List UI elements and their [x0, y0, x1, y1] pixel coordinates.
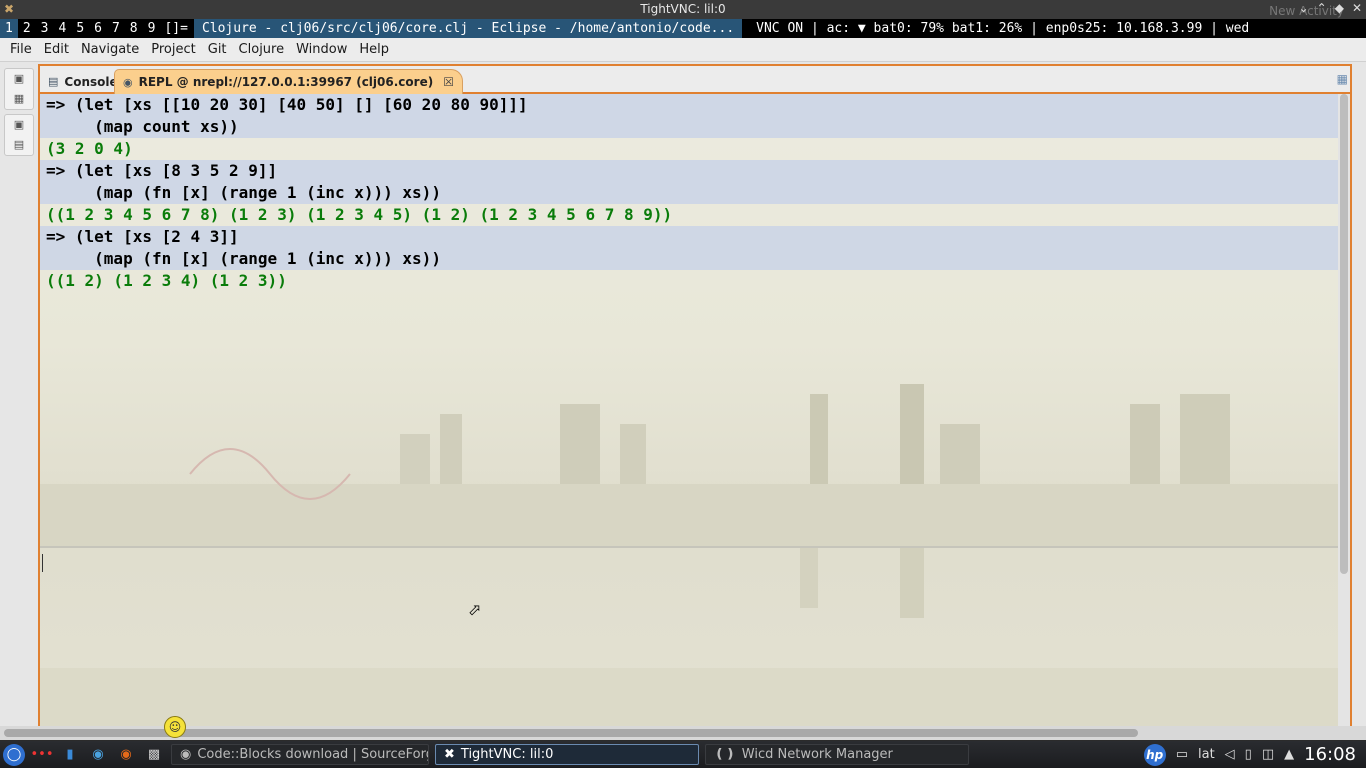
- mouse-pointer-icon: ⬀: [468, 600, 482, 619]
- keep-above-icon[interactable]: ◆: [1335, 1, 1344, 15]
- keyboard-layout[interactable]: lat: [1198, 747, 1215, 762]
- repl-input-line: (map (fn [x] (range 1 (inc x))) xs)): [40, 248, 1350, 270]
- package-explorer-icon[interactable]: ▦: [12, 92, 26, 106]
- network-disconnected-icon[interactable]: ◫: [1262, 747, 1274, 762]
- menu-edit[interactable]: Edit: [38, 42, 75, 57]
- menu-navigate[interactable]: Navigate: [75, 42, 145, 57]
- console-icon: ▤: [48, 75, 59, 88]
- battery-icon[interactable]: ▯: [1245, 747, 1252, 762]
- repl-input-line: => (let [xs [2 4 3]]: [40, 226, 1350, 248]
- browser-icon: ◉: [180, 747, 192, 762]
- horizontal-scrollbar[interactable]: [0, 726, 1366, 740]
- trim-stack-top: ▣ ▦: [4, 68, 34, 110]
- menu-file[interactable]: File: [4, 42, 38, 57]
- scroll-thumb[interactable]: [1340, 94, 1348, 574]
- workspace-7[interactable]: 7: [107, 19, 125, 38]
- taskbar: ◯ ••• ▮ ◉ ◉ ▩ ◉ Code::Blocks download | …: [0, 741, 1366, 768]
- repl-output-line: (3 2 0 4): [46, 139, 133, 158]
- repl-icon: ◉: [123, 75, 133, 89]
- workspace-5[interactable]: 5: [71, 19, 89, 38]
- vertical-scrollbar[interactable]: [1338, 94, 1350, 726]
- task-label: Code::Blocks download | SourceForge: [197, 747, 429, 762]
- workspace-8[interactable]: 8: [125, 19, 143, 38]
- reflection-background-image: [40, 548, 1350, 726]
- task-codeblocks[interactable]: ◉ Code::Blocks download | SourceForge: [171, 744, 429, 765]
- tab-repl[interactable]: ◉ REPL @ nrepl://127.0.0.1:39967 (clj06.…: [114, 69, 463, 94]
- repl-input-line: => (let [xs [[10 20 30] [40 50] [] [60 2…: [40, 94, 1350, 116]
- menu-git[interactable]: Git: [202, 42, 233, 57]
- globe-icon[interactable]: ◉: [87, 744, 109, 766]
- minimize-icon[interactable]: ⌄: [1299, 1, 1309, 15]
- minimized-views-trim: ▣ ▦ ▣ ▤: [2, 64, 36, 724]
- terminal-icon[interactable]: ▩: [143, 744, 165, 766]
- window-controls: ⌄ ⌃ ◆ ✕: [1299, 1, 1362, 15]
- status-line: VNC ON | ac: ▼ bat0: 79% bat1: 26% | enp…: [756, 21, 1250, 36]
- workspace-9[interactable]: 9: [143, 19, 161, 38]
- vnc-window-title: TightVNC: lil:0: [640, 2, 726, 16]
- vnc-icon: ✖: [444, 747, 455, 762]
- task-label: TightVNC: lil:0: [460, 747, 554, 762]
- focused-window-title: Clojure - clj06/src/clj06/core.clj - Ecl…: [193, 19, 743, 38]
- volume-icon[interactable]: ◁: [1225, 747, 1235, 762]
- tab-repl-label: REPL @ nrepl://127.0.0.1:39967 (clj06.co…: [138, 75, 434, 89]
- apps-dots-icon[interactable]: •••: [31, 744, 54, 766]
- hp-logo-icon[interactable]: hp: [1143, 743, 1166, 766]
- menu-window[interactable]: Window: [290, 42, 353, 57]
- close-tab-icon[interactable]: ☒: [443, 75, 454, 89]
- layout-indicator[interactable]: []=: [160, 21, 191, 36]
- start-menu-icon[interactable]: ◯: [3, 743, 25, 766]
- vnc-window-titlebar: ✖ TightVNC: lil:0 New Activity ⌄ ⌃ ◆ ✕: [0, 0, 1366, 19]
- tab-console[interactable]: ▤ Console: [40, 69, 126, 94]
- restore-icon[interactable]: ▣: [12, 118, 26, 132]
- repl-input-area[interactable]: ⬀: [40, 546, 1350, 726]
- menu-bar: File Edit Navigate Project Git Clojure W…: [0, 38, 1366, 62]
- folder-icon[interactable]: ▮: [59, 744, 81, 766]
- workspace-6[interactable]: 6: [89, 19, 107, 38]
- view-tabs: ▤ Console ◉ REPL @ nrepl://127.0.0.1:399…: [40, 66, 1350, 94]
- trim-stack-bottom: ▣ ▤: [4, 114, 34, 156]
- eclipse-workbench: ▣ ▦ ▣ ▤ ▤ Console ◉ REPL @ nrepl://127.0…: [0, 62, 1366, 726]
- menu-clojure[interactable]: Clojure: [233, 42, 291, 57]
- task-label: Wicd Network Manager: [741, 747, 893, 762]
- repl-input-line: (map count xs)): [40, 116, 1350, 138]
- menu-help[interactable]: Help: [353, 42, 395, 57]
- firefox-icon[interactable]: ◉: [115, 744, 137, 766]
- task-tightvnc[interactable]: ✖ TightVNC: lil:0: [435, 744, 699, 765]
- workspace-3[interactable]: 3: [36, 19, 54, 38]
- system-tray: hp ▭ lat ◁ ▯ ◫ ▲ 16:08: [1143, 743, 1366, 766]
- restore-icon[interactable]: ▣: [12, 72, 26, 86]
- outline-icon[interactable]: ▤: [12, 138, 26, 152]
- maximize-icon[interactable]: ⌃: [1317, 1, 1327, 15]
- workspace-4[interactable]: 4: [53, 19, 71, 38]
- tray-expand-icon[interactable]: ▲: [1284, 747, 1294, 762]
- display-icon[interactable]: ▭: [1176, 747, 1188, 762]
- repl-view-stack: ▤ Console ◉ REPL @ nrepl://127.0.0.1:399…: [38, 64, 1352, 726]
- repl-output-line: ((1 2 3 4 5 6 7 8) (1 2 3) (1 2 3 4 5) (…: [46, 205, 673, 224]
- close-icon[interactable]: ✕: [1352, 1, 1362, 15]
- network-icon: ❪❫: [714, 747, 736, 762]
- skyline-background-image: [40, 384, 1350, 546]
- clock[interactable]: 16:08: [1304, 744, 1356, 765]
- view-menu-icon[interactable]: ▦: [1337, 72, 1348, 86]
- repl-input-line: => (let [xs [8 3 5 2 9]]: [40, 160, 1350, 182]
- repl-input-line: (map (fn [x] (range 1 (inc x))) xs)): [40, 182, 1350, 204]
- smiley-icon[interactable]: ☺: [164, 716, 186, 738]
- i3-bar: 1 2 3 4 5 6 7 8 9 []= Clojure - clj06/sr…: [0, 19, 1366, 38]
- repl-output-line: ((1 2) (1 2 3 4) (1 2 3)): [46, 271, 287, 290]
- tab-console-label: Console: [64, 74, 118, 89]
- text-caret: [42, 554, 43, 572]
- menu-project[interactable]: Project: [145, 42, 201, 57]
- repl-log[interactable]: => (let [xs [[10 20 30] [40 50] [] [60 2…: [40, 94, 1350, 546]
- workspace-1[interactable]: 1: [0, 19, 18, 38]
- repl-lines: => (let [xs [[10 20 30] [40 50] [] [60 2…: [40, 94, 1350, 292]
- task-wicd[interactable]: ❪❫ Wicd Network Manager: [705, 744, 969, 765]
- workspace-2[interactable]: 2: [18, 19, 36, 38]
